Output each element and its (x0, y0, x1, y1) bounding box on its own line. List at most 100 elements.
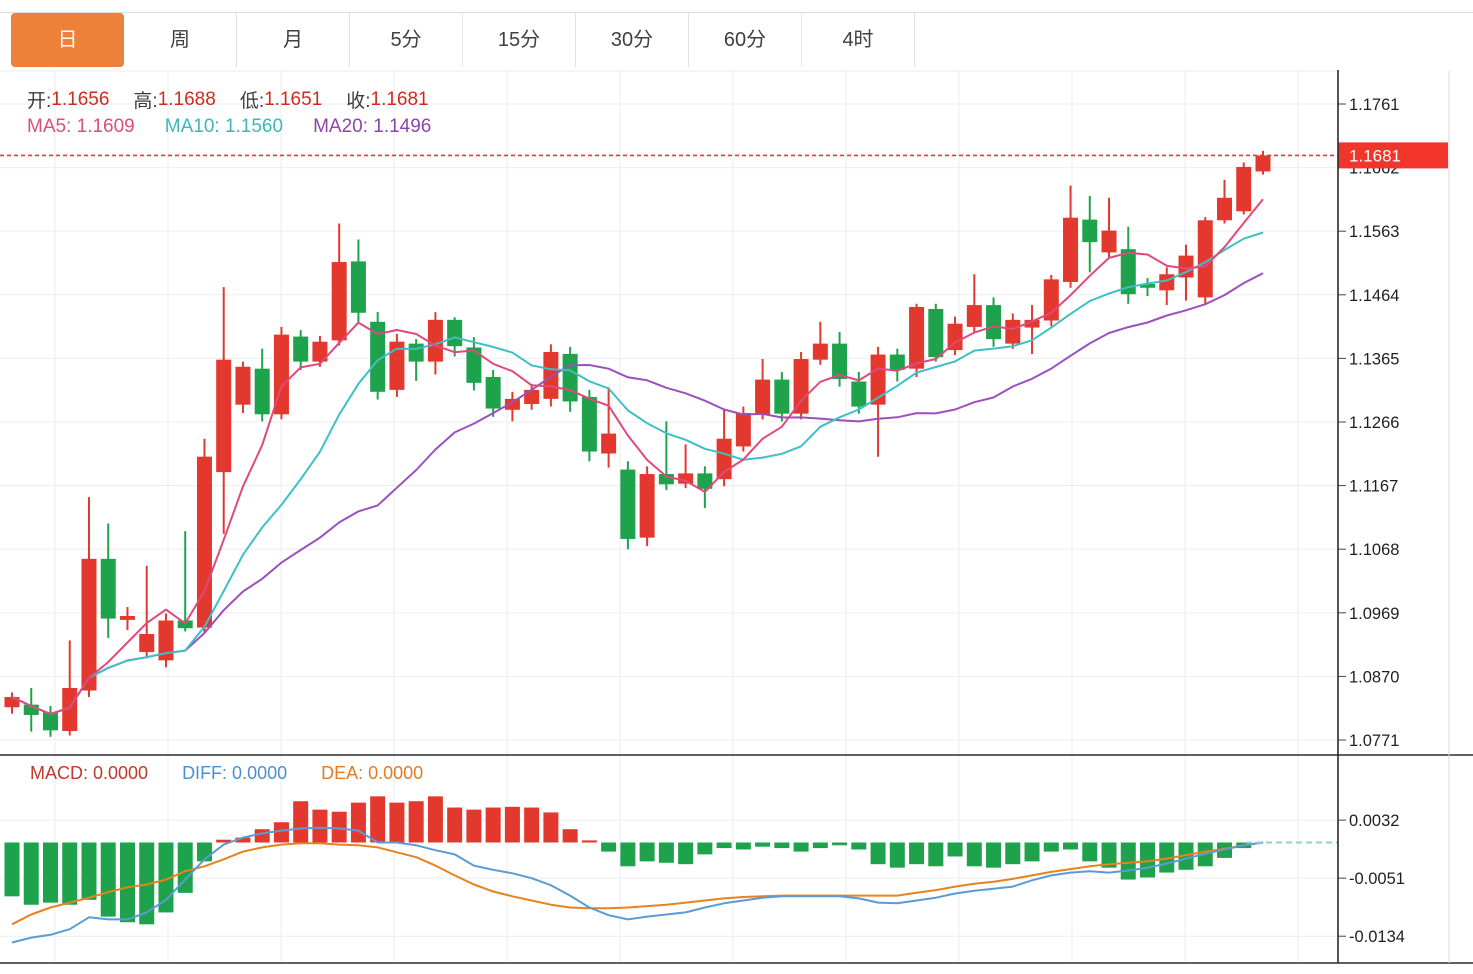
candle-body[interactable] (81, 559, 96, 691)
candle-body[interactable] (447, 320, 462, 346)
candle-body[interactable] (794, 359, 809, 414)
tab-5min[interactable]: 5分 (350, 13, 463, 67)
candle-body[interactable] (428, 320, 443, 362)
macd-bar[interactable] (24, 843, 39, 905)
macd-bar[interactable] (312, 810, 327, 843)
candle-body[interactable] (235, 367, 250, 405)
macd-bar[interactable] (948, 843, 963, 857)
candle-body[interactable] (1217, 198, 1232, 220)
tab-30min[interactable]: 30分 (576, 13, 689, 67)
macd-bar[interactable] (428, 796, 443, 842)
tab-month[interactable]: 月 (237, 13, 350, 67)
candle-body[interactable] (601, 434, 616, 454)
candle-body[interactable] (216, 360, 231, 472)
candle-body[interactable] (678, 473, 693, 483)
macd-bar[interactable] (1121, 843, 1136, 880)
candle-body[interactable] (139, 634, 154, 652)
macd-bar[interactable] (486, 808, 501, 843)
macd-bar[interactable] (755, 843, 770, 847)
candle-body[interactable] (255, 369, 270, 415)
macd-bar[interactable] (1005, 843, 1020, 865)
macd-bar[interactable] (505, 807, 520, 843)
tab-week[interactable]: 周 (124, 13, 237, 67)
candle-body[interactable] (1063, 218, 1078, 282)
macd-bar[interactable] (543, 812, 558, 842)
macd-bar[interactable] (640, 843, 655, 862)
candle-body[interactable] (1082, 220, 1097, 242)
candle-body[interactable] (832, 344, 847, 379)
macd-bar[interactable] (1082, 843, 1097, 862)
candle-body[interactable] (293, 337, 308, 362)
macd-bar[interactable] (659, 843, 674, 863)
macd-bar[interactable] (120, 843, 135, 923)
candle-body[interactable] (967, 305, 982, 327)
candle-body[interactable] (486, 377, 501, 408)
macd-bar[interactable] (62, 843, 77, 905)
candle-body[interactable] (986, 305, 1001, 339)
candle-body[interactable] (582, 397, 597, 452)
macd-bar[interactable] (5, 843, 20, 897)
macd-bar[interactable] (890, 843, 905, 868)
macd-bar[interactable] (620, 843, 635, 867)
macd-bar[interactable] (601, 843, 616, 852)
tab-60min[interactable]: 60分 (689, 13, 802, 67)
macd-bar[interactable] (466, 810, 481, 843)
macd-bar[interactable] (351, 803, 366, 843)
candle-body[interactable] (909, 307, 924, 369)
macd-bar[interactable] (1025, 843, 1040, 862)
candle-body[interactable] (409, 344, 424, 362)
macd-bar[interactable] (717, 843, 732, 849)
macd-bar[interactable] (813, 843, 828, 849)
candle-body[interactable] (1236, 167, 1251, 211)
macd-bar[interactable] (774, 843, 789, 849)
macd-bar[interactable] (697, 843, 712, 855)
candle-body[interactable] (813, 344, 828, 360)
candle-body[interactable] (1255, 155, 1270, 171)
candle-body[interactable] (755, 380, 770, 415)
macd-bar[interactable] (1063, 843, 1078, 850)
candle-body[interactable] (851, 382, 866, 407)
candle-body[interactable] (563, 354, 578, 402)
candle-body[interactable] (524, 390, 539, 404)
candle-body[interactable] (928, 309, 943, 357)
macd-bar[interactable] (332, 812, 347, 843)
macd-bar[interactable] (81, 843, 96, 900)
macd-bar[interactable] (851, 843, 866, 850)
macd-bar[interactable] (832, 843, 847, 846)
candle-body[interactable] (466, 347, 481, 382)
candle-body[interactable] (1005, 320, 1020, 344)
macd-bar[interactable] (928, 843, 943, 867)
macd-bar[interactable] (794, 843, 809, 852)
macd-bar[interactable] (101, 843, 116, 917)
macd-bar[interactable] (563, 829, 578, 842)
macd-bar[interactable] (255, 829, 270, 842)
chart-canvas[interactable]: 1.17611.16621.15631.14641.13651.12661.11… (0, 0, 1473, 974)
macd-bar[interactable] (524, 808, 539, 843)
candle-body[interactable] (351, 261, 366, 312)
macd-bar[interactable] (1044, 843, 1059, 852)
tab-day[interactable]: 日 (11, 13, 124, 67)
macd-bar[interactable] (678, 843, 693, 865)
macd-bar[interactable] (871, 843, 886, 865)
candle-body[interactable] (736, 413, 751, 446)
candle-body[interactable] (640, 474, 655, 538)
macd-bar[interactable] (909, 843, 924, 865)
candle-body[interactable] (120, 616, 135, 620)
candle-body[interactable] (1102, 231, 1117, 253)
macd-bar[interactable] (409, 801, 424, 842)
tab-15min[interactable]: 15分 (463, 13, 576, 67)
macd-bar[interactable] (389, 803, 404, 843)
macd-bar[interactable] (293, 801, 308, 842)
candle-body[interactable] (332, 262, 347, 340)
candle-body[interactable] (101, 559, 116, 619)
candle-body[interactable] (543, 352, 558, 399)
tab-4hour[interactable]: 4时 (802, 13, 915, 67)
macd-bar[interactable] (582, 840, 597, 842)
candle-body[interactable] (774, 380, 789, 414)
macd-bar[interactable] (447, 808, 462, 843)
macd-bar[interactable] (736, 843, 751, 850)
macd-bar[interactable] (967, 843, 982, 867)
macd-bar[interactable] (43, 843, 58, 903)
macd-bar[interactable] (370, 796, 385, 842)
candle-body[interactable] (620, 470, 635, 539)
